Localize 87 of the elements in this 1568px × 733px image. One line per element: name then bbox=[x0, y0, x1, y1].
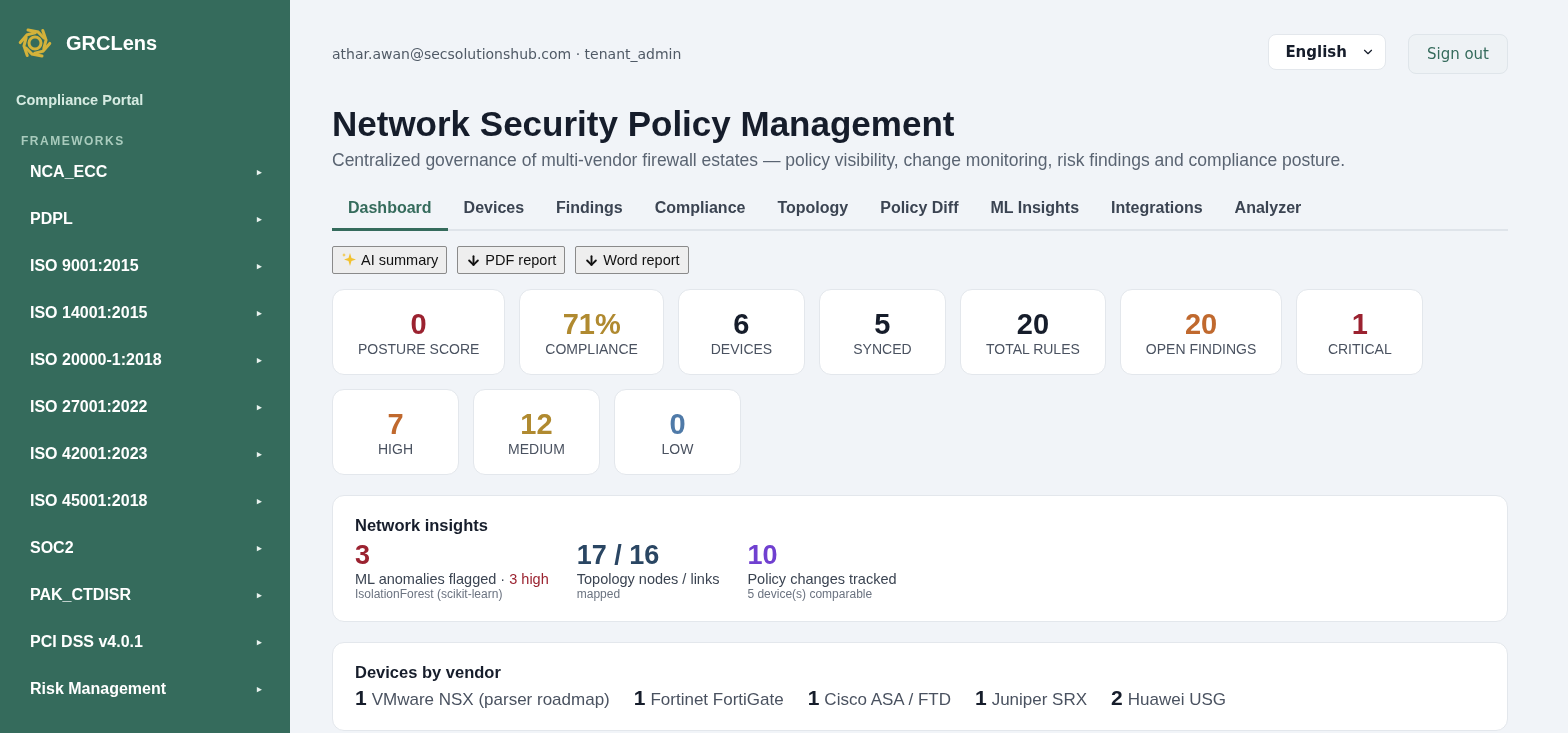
sidebar-item[interactable]: ISO 45001:2018 ▸ bbox=[16, 477, 290, 524]
insight-label: Topology nodes / links bbox=[576, 571, 720, 587]
expand-arrow: ▸ bbox=[257, 636, 262, 647]
stat-value: 20 bbox=[1016, 307, 1049, 341]
tab[interactable]: Findings bbox=[540, 189, 639, 231]
vendor-count: 2 bbox=[1111, 686, 1123, 710]
insight-note: mapped bbox=[576, 587, 622, 601]
stat-value: 0 bbox=[669, 407, 686, 441]
portal-subtitle: Compliance Portal bbox=[16, 92, 145, 108]
vendor-name: Huawei USG bbox=[1127, 690, 1227, 710]
sidebar-item[interactable]: ISO 9001:2015 ▸ bbox=[16, 242, 290, 289]
expand-arrow: ▸ bbox=[257, 448, 262, 459]
ai-summary-button[interactable]: AI summary bbox=[332, 246, 448, 274]
insight-value: 17 / 16 bbox=[576, 539, 661, 571]
stat-label: MEDIUM bbox=[508, 441, 565, 457]
stat-value: 71% bbox=[562, 307, 621, 341]
tab[interactable]: Topology bbox=[761, 189, 865, 231]
insight-note: IsolationForest (scikit-learn) bbox=[355, 587, 504, 601]
sidebar-item[interactable]: NCA_ECC ▸ bbox=[16, 148, 290, 195]
insight-label: Policy changes tracked bbox=[747, 571, 897, 587]
tab[interactable]: Dashboard bbox=[332, 189, 448, 231]
insight-label: ML anomalies flagged · 3 high bbox=[355, 571, 549, 587]
expand-arrow: ▸ bbox=[257, 213, 262, 224]
sidebar-item[interactable]: ISO 42001:2023 ▸ bbox=[16, 430, 290, 477]
sidebar-item[interactable]: SOC2 ▸ bbox=[16, 524, 290, 571]
sidebar-item[interactable]: PAK_CTDISR ▸ bbox=[16, 571, 290, 618]
stat-label: HIGH bbox=[378, 441, 413, 457]
expand-arrow: ▸ bbox=[257, 401, 262, 412]
stat-value: 5 bbox=[874, 307, 891, 341]
section-heading: FRAMEWORKS bbox=[21, 134, 126, 148]
download-icon bbox=[466, 252, 482, 268]
report-button[interactable]: Word report bbox=[575, 246, 689, 274]
tab[interactable]: Policy Diff bbox=[864, 189, 975, 231]
insight-note: 5 device(s) comparable bbox=[747, 587, 874, 601]
stat-label: LOW bbox=[661, 441, 694, 457]
vendor-count: 1 bbox=[974, 686, 987, 710]
sign-out-button[interactable]: Sign out bbox=[1407, 34, 1508, 74]
tab[interactable]: Analyzer bbox=[1218, 189, 1318, 231]
vendor-name: Cisco ASA / FTD bbox=[824, 690, 951, 710]
vendor-name: VMware NSX (parser roadmap) bbox=[371, 690, 610, 710]
vendor-count: 1 bbox=[355, 686, 367, 710]
sidebar-item[interactable]: ISO 14001:2015 ▸ bbox=[16, 289, 290, 336]
stat-label: TOTAL RULES bbox=[985, 341, 1080, 357]
tab[interactable]: Compliance bbox=[638, 189, 762, 231]
expand-arrow: ▸ bbox=[257, 589, 262, 600]
expand-arrow: ▸ bbox=[257, 495, 262, 506]
page-title: Network Security Policy Management bbox=[332, 104, 956, 144]
stat-label: POSTURE SCORE bbox=[358, 341, 480, 357]
download-icon bbox=[584, 252, 600, 268]
vendor-count: 1 bbox=[807, 686, 820, 710]
language-select[interactable]: English bbox=[1268, 34, 1386, 70]
panel-title: Network insights bbox=[355, 516, 489, 535]
stat-value: 6 bbox=[733, 307, 750, 341]
expand-arrow: ▸ bbox=[257, 307, 262, 318]
stat-label: DEVICES bbox=[710, 341, 773, 357]
stat-value: 1 bbox=[1351, 307, 1368, 341]
insight-value: 10 bbox=[747, 539, 779, 571]
expand-arrow: ▸ bbox=[257, 683, 262, 694]
stat-label: OPEN FINDINGS bbox=[1145, 341, 1257, 357]
stat-value: 0 bbox=[410, 307, 427, 341]
stat-value: 12 bbox=[520, 407, 553, 441]
sidebar-item[interactable]: ISO 20000-1:2018 ▸ bbox=[16, 336, 290, 383]
tab[interactable]: ML Insights bbox=[974, 189, 1096, 231]
stat-label: COMPLIANCE bbox=[545, 341, 638, 357]
stat-label: CRITICAL bbox=[1327, 341, 1392, 357]
stat-value: 7 bbox=[387, 407, 404, 441]
report-button[interactable]: PDF report bbox=[457, 246, 566, 274]
sidebar-item[interactable]: PDPL ▸ bbox=[16, 195, 290, 242]
stat-value: 20 bbox=[1184, 307, 1218, 341]
vendor-count: 1 bbox=[633, 686, 646, 710]
expand-arrow: ▸ bbox=[257, 166, 262, 177]
insight-value: 3 bbox=[355, 539, 372, 571]
expand-arrow: ▸ bbox=[257, 354, 262, 365]
sidebar-item[interactable]: PCI DSS v4.0.1 ▸ bbox=[16, 618, 290, 665]
vendor-name: Fortinet FortiGate bbox=[650, 690, 784, 710]
tab[interactable]: Devices bbox=[447, 189, 541, 231]
sidebar-item[interactable]: ISO 27001:2022 ▸ bbox=[16, 383, 290, 430]
sidebar-item[interactable]: Risk Management ▸ bbox=[16, 665, 290, 712]
brand-name: GRCLens bbox=[66, 31, 158, 55]
expand-arrow: ▸ bbox=[257, 542, 262, 553]
page-description: Centralized governance of multi-vendor firewall estates — policy visibility, change monitoring, risk findings and compliance posture. bbox=[332, 150, 1347, 171]
vendor-name: Juniper SRX bbox=[991, 690, 1088, 710]
panel-title: Devices by vendor bbox=[355, 663, 502, 682]
tab[interactable]: Integrations bbox=[1095, 189, 1219, 231]
stat-label: SYNCED bbox=[853, 341, 912, 357]
user-info: athar.awan@secsolutionshub.com · tenant_admin bbox=[332, 46, 682, 62]
expand-arrow: ▸ bbox=[257, 260, 262, 271]
